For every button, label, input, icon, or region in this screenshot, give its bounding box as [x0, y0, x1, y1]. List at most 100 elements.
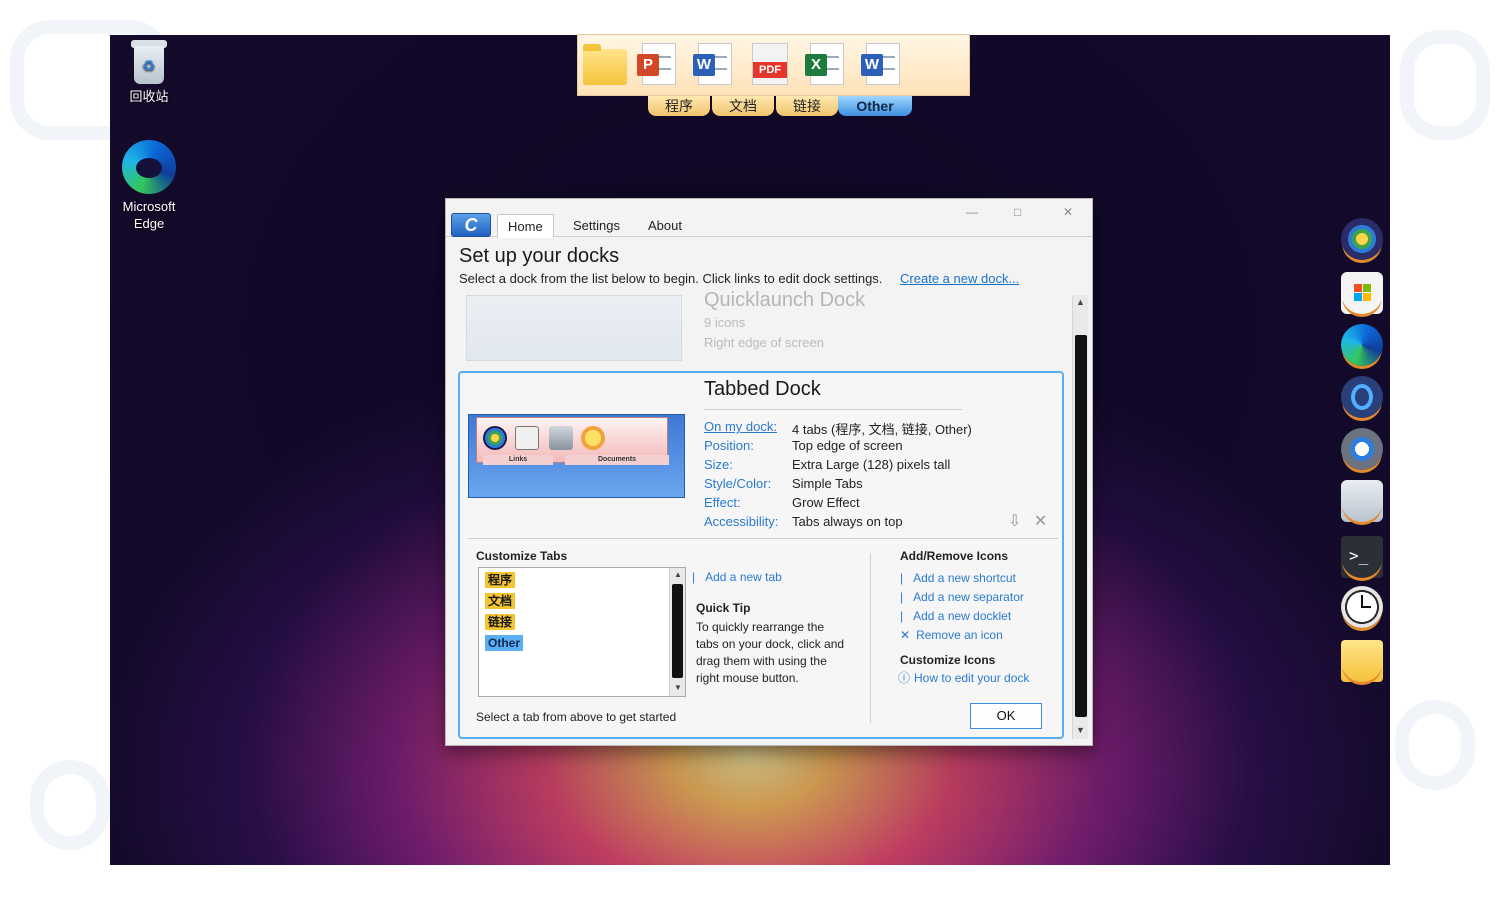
edge-icon[interactable]: [1341, 324, 1383, 366]
link-row: | Add a new docklet: [900, 608, 1024, 627]
property-link-position[interactable]: Position:: [704, 438, 792, 457]
bullet-bar-icon: |: [900, 571, 904, 585]
dock-card-quicklaunch[interactable]: Quicklaunch Dock 9 icons Right edge of s…: [466, 289, 1064, 363]
dock-card-detail: Right edge of screen: [704, 335, 824, 350]
remove-x-icon: ✕: [900, 628, 911, 642]
dock-tab-documents[interactable]: 文档: [712, 96, 774, 116]
preview-tab-links: Links: [483, 455, 553, 465]
remove-icon-link[interactable]: Remove an icon: [916, 628, 1003, 642]
property-value: Simple Tabs: [792, 476, 863, 491]
app-logo-icon[interactable]: C: [451, 213, 491, 237]
page-subtitle: Select a dock from the list below to beg…: [459, 271, 1019, 286]
tab-listbox[interactable]: 程序 文档 链接 Other ▲ ▼: [478, 567, 686, 697]
powerpoint-icon[interactable]: P: [636, 43, 676, 87]
info-icon: ⓘ: [898, 671, 911, 685]
tabbed-dock: P W PDF X W: [577, 34, 970, 96]
property-row: Size: Extra Large (128) pixels tall: [704, 457, 972, 476]
create-new-dock-link[interactable]: Create a new dock...: [900, 271, 1019, 286]
excel-icon[interactable]: X: [804, 43, 844, 87]
dock-preview-image: Links Documents: [468, 414, 685, 498]
settings-icon[interactable]: [1341, 428, 1383, 470]
tab-settings[interactable]: Settings: [563, 214, 630, 238]
folder-icon[interactable]: [1341, 640, 1383, 682]
preview-start-icon: [483, 426, 507, 450]
window-tabbar: C Home Settings About: [446, 211, 1092, 238]
subtitle-text: Select a dock from the list below to beg…: [459, 271, 883, 286]
quick-tip-line: To quickly rearrange the: [696, 620, 825, 634]
desktop-icon-edge[interactable]: Microsoft Edge: [109, 140, 189, 232]
list-item[interactable]: 链接: [485, 614, 516, 630]
desktop-icon-label: 回收站: [129, 89, 169, 104]
windows-start-icon[interactable]: [1341, 218, 1383, 260]
card-tools: ⇩ ✕: [1008, 511, 1047, 531]
dock-preview-image: [466, 295, 682, 361]
add-new-tab-link[interactable]: Add a new tab: [705, 570, 782, 584]
property-value: 4 tabs (程序, 文档, 链接, Other): [792, 422, 972, 437]
title-divider: [704, 409, 962, 410]
add-remove-icons-title: Add/Remove Icons: [900, 549, 1009, 563]
property-link-style-color[interactable]: Style/Color:: [704, 476, 792, 495]
clock-icon[interactable]: [1341, 586, 1383, 628]
quick-tip-line: drag them with using the: [696, 654, 827, 668]
dock-tab-links[interactable]: 链接: [776, 96, 838, 116]
link-row: | Add a new separator: [900, 589, 1024, 608]
scrollbar-thumb[interactable]: [672, 584, 683, 678]
recycle-bin-icon[interactable]: [1341, 480, 1383, 522]
word-icon[interactable]: W: [692, 43, 732, 87]
preview-weather-icon: [581, 426, 605, 450]
customize-icons-row: ⓘ How to edit your dock: [898, 670, 1029, 687]
property-value: Top edge of screen: [792, 438, 903, 453]
dock-tab-programs[interactable]: 程序: [648, 96, 710, 116]
list-item[interactable]: 程序: [485, 572, 516, 588]
property-link-size[interactable]: Size:: [704, 457, 792, 476]
add-remove-links: | Add a new shortcut | Add a new separator…: [900, 570, 1024, 646]
pdf-label: PDF: [753, 62, 787, 78]
customize-icons-title: Customize Icons: [900, 653, 996, 667]
folder-icon[interactable]: [583, 43, 627, 87]
watermark-shape: [30, 760, 110, 850]
dock-tab-other[interactable]: Other: [838, 96, 912, 116]
delete-dock-icon[interactable]: ✕: [1034, 513, 1047, 530]
quick-tip-title: Quick Tip: [696, 601, 751, 615]
add-new-docklet-link[interactable]: Add a new docklet: [913, 609, 1011, 623]
scroll-up-icon[interactable]: ▲: [1076, 297, 1085, 307]
store-icon[interactable]: [1341, 272, 1383, 314]
property-row: On my dock: 4 tabs (程序, 文档, 链接, Other): [704, 419, 972, 438]
download-icon[interactable]: ⇩: [1008, 513, 1021, 530]
property-value: Tabs always on top: [792, 514, 903, 529]
add-new-shortcut-link[interactable]: Add a new shortcut: [913, 571, 1016, 585]
recycle-bin-icon: ♻: [130, 40, 168, 84]
pdf-icon[interactable]: PDF: [752, 43, 792, 87]
property-link-accessibility[interactable]: Accessibility:: [704, 514, 792, 533]
list-item[interactable]: 文档: [485, 593, 516, 609]
word-icon[interactable]: W: [860, 43, 900, 87]
scroll-down-icon[interactable]: ▼: [1076, 725, 1085, 735]
tab-about[interactable]: About: [638, 214, 692, 238]
dock-card-title: Quicklaunch Dock: [704, 289, 866, 311]
tab-home[interactable]: Home: [497, 214, 554, 238]
preview-calendar-icon: [515, 426, 539, 450]
preview-tools-icon: [549, 426, 573, 450]
scrollbar-thumb[interactable]: [1075, 335, 1087, 717]
link-row: ✕ Remove an icon: [900, 627, 1024, 646]
add-new-separator-link[interactable]: Add a new separator: [913, 590, 1024, 604]
scroll-down-icon[interactable]: ▼: [674, 683, 682, 692]
list-item[interactable]: Other: [485, 635, 524, 651]
terminal-icon[interactable]: >_: [1341, 536, 1383, 578]
watermark-shape: [1395, 700, 1475, 790]
tab-list-scrollbar[interactable]: ▲ ▼: [669, 568, 685, 696]
scroll-up-icon[interactable]: ▲: [674, 570, 682, 579]
dock-card-title: Tabbed Dock: [704, 378, 821, 400]
tab-list-hint: Select a tab from above to get started: [476, 710, 677, 724]
property-row: Effect: Grow Effect: [704, 495, 972, 514]
app-icon[interactable]: [1341, 376, 1383, 418]
how-to-edit-dock-link[interactable]: How to edit your dock: [914, 671, 1029, 685]
link-row: | Add a new shortcut: [900, 570, 1024, 589]
desktop-icon-recycle-bin[interactable]: ♻ 回收站: [109, 40, 189, 105]
property-link-on-my-dock[interactable]: On my dock:: [704, 419, 792, 438]
ok-button[interactable]: OK: [970, 703, 1042, 729]
property-link-effect[interactable]: Effect:: [704, 495, 792, 514]
card-divider: [468, 538, 1058, 539]
dock-card-tabbed[interactable]: Tabbed Dock Links Documents On my dock: …: [458, 371, 1064, 739]
dock-list-scrollbar[interactable]: ▲ ▼: [1072, 295, 1088, 739]
